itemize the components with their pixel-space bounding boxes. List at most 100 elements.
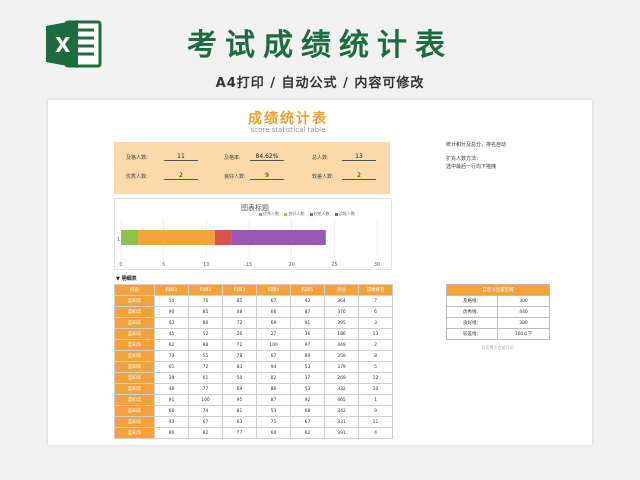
score-cell[interactable]: 186: [324, 328, 359, 340]
score-cell[interactable]: 48: [222, 306, 257, 318]
score-cell[interactable]: 72: [222, 317, 257, 329]
score-cell[interactable]: 26: [222, 328, 257, 340]
student-name-cell[interactable]: 蓝知华: [114, 306, 155, 318]
student-name-cell[interactable]: 蓝知华: [114, 427, 155, 439]
custom-value[interactable]: 300以下: [497, 328, 550, 340]
score-cell[interactable]: 1: [358, 394, 393, 406]
score-cell[interactable]: 77: [188, 383, 223, 395]
student-name-cell[interactable]: 蓝知华: [114, 372, 155, 384]
score-cell[interactable]: 85: [188, 306, 223, 318]
score-cell[interactable]: 395: [324, 317, 359, 329]
score-cell[interactable]: 97: [290, 339, 325, 351]
score-cell[interactable]: 465: [324, 394, 359, 406]
stat-value[interactable]: 2: [342, 172, 376, 180]
score-cell[interactable]: 332: [324, 383, 359, 395]
score-cell[interactable]: 80: [188, 317, 223, 329]
score-cell[interactable]: 50: [222, 372, 257, 384]
score-cell[interactable]: 88: [188, 339, 223, 351]
score-cell[interactable]: 48: [154, 383, 189, 395]
score-cell[interactable]: 91: [154, 394, 189, 406]
score-cell[interactable]: 67: [290, 416, 325, 428]
score-cell[interactable]: 43: [154, 416, 189, 428]
score-cell[interactable]: 100: [188, 394, 223, 406]
score-cell[interactable]: 379: [324, 361, 359, 373]
score-cell[interactable]: 87: [256, 394, 291, 406]
score-cell[interactable]: 63: [222, 416, 257, 428]
score-cell[interactable]: 3: [358, 317, 393, 329]
student-name-cell[interactable]: 蓝知华: [114, 383, 155, 395]
score-cell[interactable]: 376: [324, 306, 359, 318]
score-cell[interactable]: 82: [256, 372, 291, 384]
score-cell[interactable]: 50: [154, 295, 189, 307]
score-cell[interactable]: 95: [222, 394, 257, 406]
score-cell[interactable]: 67: [256, 350, 291, 362]
score-cell[interactable]: 63: [154, 317, 189, 329]
score-cell[interactable]: 13: [358, 328, 393, 340]
score-cell[interactable]: 61: [188, 372, 223, 384]
score-cell[interactable]: 80: [154, 427, 189, 439]
score-cell[interactable]: 71: [256, 416, 291, 428]
score-cell[interactable]: 85: [222, 295, 257, 307]
score-cell[interactable]: 342: [324, 405, 359, 417]
score-cell[interactable]: 70: [154, 350, 189, 362]
score-cell[interactable]: 4: [358, 427, 393, 439]
student-name-cell[interactable]: 蓝知华: [114, 295, 155, 307]
score-cell[interactable]: 52: [188, 328, 223, 340]
score-cell[interactable]: 70: [188, 295, 223, 307]
score-cell[interactable]: 53: [290, 361, 325, 373]
student-name-cell[interactable]: 蓝知华: [114, 394, 155, 406]
score-cell[interactable]: 77: [222, 427, 257, 439]
score-cell[interactable]: 69: [256, 317, 291, 329]
score-cell[interactable]: 7: [358, 295, 393, 307]
stat-value[interactable]: 84.62%: [250, 153, 284, 161]
bar-segment-4[interactable]: [231, 230, 326, 245]
stat-value[interactable]: 11: [164, 153, 198, 161]
score-cell[interactable]: 92: [290, 427, 325, 439]
score-cell[interactable]: 269: [324, 372, 359, 384]
student-name-cell[interactable]: 蓝知华: [114, 317, 155, 329]
score-cell[interactable]: 45: [154, 328, 189, 340]
bar-segment-3[interactable]: [214, 230, 232, 245]
score-cell[interactable]: 8: [358, 350, 393, 362]
score-cell[interactable]: 53: [290, 383, 325, 395]
score-cell[interactable]: 74: [188, 405, 223, 417]
score-cell[interactable]: 39: [154, 372, 189, 384]
student-name-cell[interactable]: 蓝知华: [114, 328, 155, 340]
score-cell[interactable]: 100: [256, 339, 291, 351]
score-cell[interactable]: 66: [256, 306, 291, 318]
score-cell[interactable]: 61: [154, 361, 189, 373]
stat-value[interactable]: 9: [250, 172, 284, 180]
score-cell[interactable]: 36: [290, 328, 325, 340]
score-cell[interactable]: 66: [154, 405, 189, 417]
custom-value[interactable]: 300: [497, 295, 550, 307]
score-cell[interactable]: 92: [290, 394, 325, 406]
bar-segment-2[interactable]: [138, 230, 215, 245]
score-cell[interactable]: 91: [290, 317, 325, 329]
score-cell[interactable]: 94: [256, 361, 291, 373]
score-cell[interactable]: 37: [290, 372, 325, 384]
score-cell[interactable]: 12: [358, 372, 393, 384]
score-cell[interactable]: 92: [154, 339, 189, 351]
custom-value[interactable]: 380: [497, 317, 550, 329]
score-cell[interactable]: 67: [256, 295, 291, 307]
custom-value[interactable]: 440: [497, 306, 550, 318]
student-name-cell[interactable]: 蓝知华: [114, 361, 155, 373]
score-cell[interactable]: 72: [188, 361, 223, 373]
score-cell[interactable]: 359: [324, 350, 359, 362]
score-cell[interactable]: 449: [324, 339, 359, 351]
score-cell[interactable]: 5: [358, 361, 393, 373]
score-cell[interactable]: 364: [324, 295, 359, 307]
bar-segment-1[interactable]: [121, 230, 139, 245]
score-cell[interactable]: 331: [324, 416, 359, 428]
stat-value[interactable]: 2: [164, 172, 198, 180]
score-cell[interactable]: 60: [256, 427, 291, 439]
score-cell[interactable]: 87: [290, 306, 325, 318]
student-name-cell[interactable]: 蓝知华: [114, 405, 155, 417]
score-cell[interactable]: 53: [256, 405, 291, 417]
score-cell[interactable]: 10: [358, 383, 393, 395]
score-cell[interactable]: 69: [222, 383, 257, 395]
score-cell[interactable]: 86: [256, 383, 291, 395]
score-cell[interactable]: 89: [290, 350, 325, 362]
score-cell[interactable]: 92: [290, 295, 325, 307]
score-cell[interactable]: 67: [188, 416, 223, 428]
